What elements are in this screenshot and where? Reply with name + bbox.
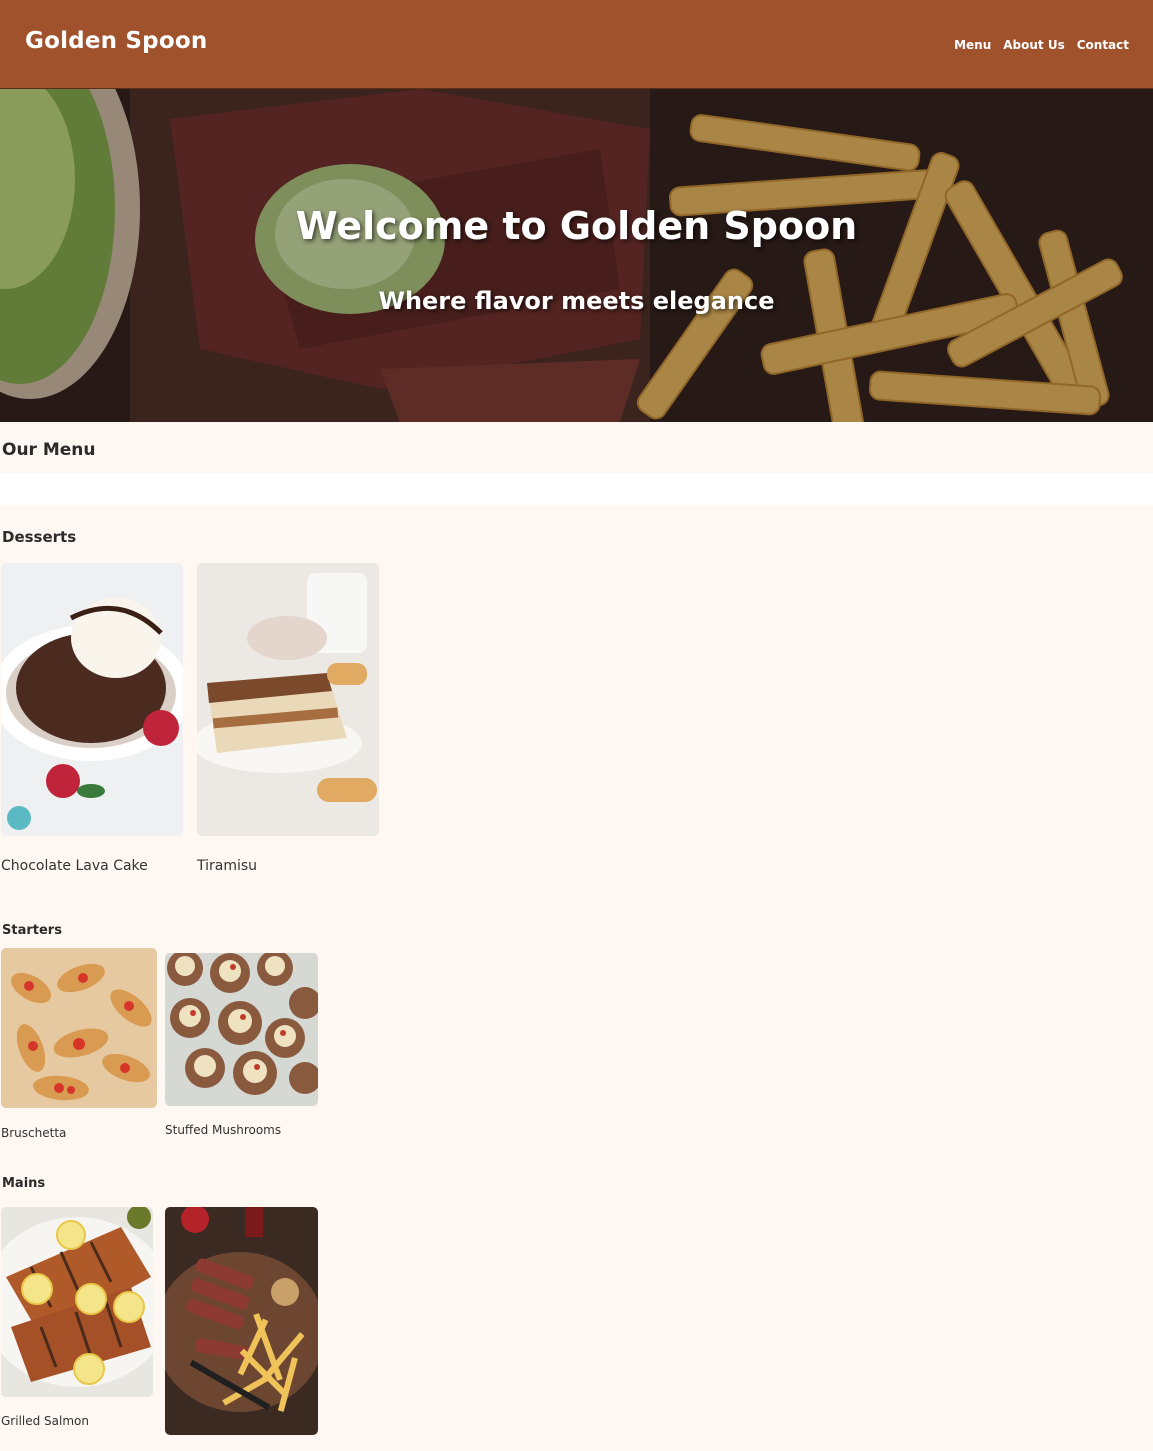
main-nav: Menu About Us Contact (954, 38, 1129, 52)
chocolate-lava-cake-image[interactable] (1, 563, 183, 836)
tiramisu-image[interactable] (197, 563, 379, 836)
category-title-mains: Mains (2, 1176, 46, 1191)
hero-banner: Welcome to Golden Spoon Where flavor mee… (0, 89, 1153, 422)
steak-frites-image[interactable] (165, 1207, 318, 1435)
category-title-starters: Starters (2, 923, 62, 938)
brand-logo-text[interactable]: Golden Spoon (25, 28, 207, 54)
grilled-salmon-image[interactable] (1, 1207, 153, 1397)
category-title-desserts: Desserts (2, 528, 77, 546)
stuffed-mushrooms-image[interactable] (165, 953, 318, 1106)
menu-section: Desserts Chocolate Lava Cake Tiramisu St… (0, 505, 1153, 1451)
menu-title: Our Menu (2, 440, 96, 460)
nav-link-menu[interactable]: Menu (954, 38, 991, 52)
nav-link-contact[interactable]: Contact (1077, 38, 1129, 52)
menu-section-header: Our Menu (0, 422, 1153, 473)
site-header: Golden Spoon Menu About Us Contact (0, 0, 1153, 89)
hero-overlay (0, 89, 1153, 422)
menu-item-label[interactable]: Chocolate Lava Cake (1, 858, 148, 874)
menu-item-label[interactable]: Grilled Salmon (1, 1414, 89, 1428)
hero-subtitle: Where flavor meets elegance (378, 287, 775, 315)
bruschetta-image[interactable] (1, 948, 157, 1108)
menu-item-label[interactable]: Stuffed Mushrooms (165, 1123, 281, 1137)
nav-link-about[interactable]: About Us (1003, 38, 1064, 52)
hero-title: Welcome to Golden Spoon (295, 204, 858, 248)
menu-item-label[interactable]: Tiramisu (197, 858, 257, 874)
menu-item-label[interactable]: Bruschetta (1, 1126, 66, 1140)
